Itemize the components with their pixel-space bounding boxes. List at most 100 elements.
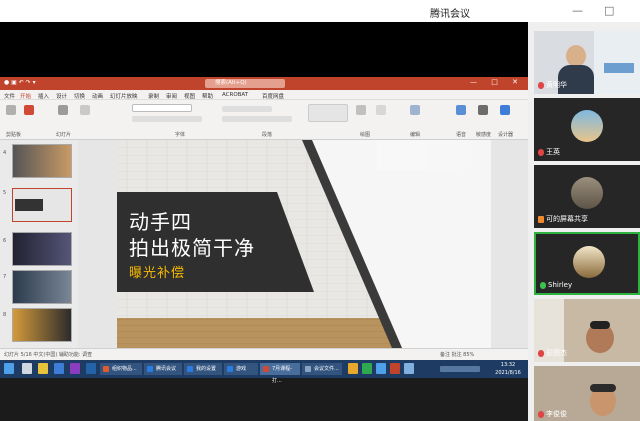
participant-name: 黄明华 bbox=[538, 80, 567, 90]
wechat-icon[interactable] bbox=[362, 363, 372, 374]
mic-muted-icon bbox=[538, 410, 544, 418]
app-icon[interactable] bbox=[348, 363, 358, 374]
ppt-window-controls[interactable]: — □ ✕ bbox=[470, 78, 524, 86]
ppt-status-bar: 幻灯片 5/16 中文(中国) 辅助功能: 调查 备注 批注 85% bbox=[0, 348, 528, 360]
alignment-buttons[interactable] bbox=[222, 116, 292, 122]
avatar bbox=[571, 110, 603, 142]
participant-tile[interactable]: 可的屏幕共享 bbox=[534, 165, 640, 228]
arrange-icon[interactable] bbox=[356, 105, 366, 115]
tab-baidu[interactable]: 百度网盘 bbox=[262, 92, 284, 100]
clock-time: 13:32 bbox=[500, 362, 516, 368]
avatar bbox=[571, 177, 603, 209]
taskbar-app[interactable]: 腾讯会议 bbox=[144, 363, 182, 375]
ribbon: 剪贴板 幻灯片 字体 段落 绘图 编辑 语音 敏感度 设计器 bbox=[0, 100, 528, 140]
slide-thumbnail-pane: 4 5 6 7 8 bbox=[0, 140, 78, 348]
meeting-title: 腾讯会议 bbox=[430, 9, 470, 20]
taskbar-app[interactable]: 游戏 bbox=[224, 363, 258, 375]
paste-icon[interactable] bbox=[6, 105, 16, 115]
edge-icon[interactable] bbox=[54, 363, 64, 374]
tab-slideshow[interactable]: 幻灯片放映 bbox=[110, 92, 138, 100]
tab-help[interactable]: 帮助 bbox=[202, 92, 213, 100]
tab-record[interactable]: 录制 bbox=[148, 92, 159, 100]
windows-taskbar: 组织物品... 腾讯会议 我的设置 游戏 7月课程-打... 会议文件... bbox=[0, 360, 528, 384]
maximize-icon[interactable]: □ bbox=[604, 4, 614, 17]
ribbon-group-label: 设计器 bbox=[498, 132, 514, 138]
participant-tile[interactable]: 王英 bbox=[534, 98, 640, 161]
premiere-icon[interactable] bbox=[70, 363, 80, 374]
taskbar-app[interactable]: 我的设置 bbox=[184, 363, 222, 375]
paragraph-buttons[interactable] bbox=[222, 106, 272, 112]
meeting-title-bar: 腾讯会议 — □ bbox=[0, 0, 640, 22]
new-slide-icon[interactable] bbox=[24, 105, 34, 115]
slide-thumbnail[interactable] bbox=[12, 232, 72, 266]
participant-name: 王英 bbox=[538, 147, 560, 157]
app-icon[interactable] bbox=[404, 363, 414, 374]
participant-name: 可的屏幕共享 bbox=[538, 214, 588, 224]
taskbar-app-active[interactable]: 7月课程-打... bbox=[260, 363, 300, 384]
quick-styles-icon[interactable] bbox=[376, 105, 386, 115]
quick-access-icons[interactable]: ● ▣ ↶ ↷ ▾ bbox=[4, 79, 36, 86]
taskbar-app[interactable]: 会议文件... bbox=[302, 363, 342, 375]
taskbar-clock[interactable]: 13:32 2021/8/16 bbox=[488, 360, 528, 378]
tab-design[interactable]: 设计 bbox=[56, 92, 67, 100]
search-icon[interactable] bbox=[22, 363, 32, 374]
ribbon-group-label: 编辑 bbox=[410, 132, 421, 138]
shapes-gallery[interactable] bbox=[308, 104, 348, 122]
taskbar-app[interactable]: 组织物品... bbox=[100, 363, 142, 375]
avatar bbox=[573, 246, 605, 278]
ribbon-group-label: 字体 bbox=[175, 132, 186, 138]
slide-main[interactable]: 动手四 拍出极简干净 曝光补偿 bbox=[117, 140, 491, 348]
slide-thumbnail[interactable] bbox=[12, 144, 72, 178]
participant-tile[interactable]: 黄明华 bbox=[534, 31, 640, 94]
app-icon[interactable] bbox=[390, 363, 400, 374]
slide-number: 4 bbox=[3, 150, 7, 156]
participant-name: Shirley bbox=[540, 281, 572, 289]
slide-subtitle: 曝光补偿 bbox=[129, 266, 186, 281]
powerpoint-title-bar: ● ▣ ↶ ↷ ▾ 搜索(Alt+Q) — □ ✕ bbox=[0, 77, 528, 90]
minimize-icon[interactable]: — bbox=[572, 4, 583, 17]
font-name-box[interactable] bbox=[132, 104, 192, 112]
slide-thumbnail[interactable] bbox=[12, 270, 72, 304]
find-icon[interactable] bbox=[410, 105, 420, 115]
participant-name: 彭图杰 bbox=[538, 348, 567, 358]
screen-share-icon bbox=[538, 215, 544, 223]
system-tray-icons[interactable] bbox=[440, 366, 480, 372]
slide-number: 5 bbox=[3, 190, 7, 196]
designer-icon[interactable] bbox=[500, 105, 510, 115]
tab-view[interactable]: 视图 bbox=[184, 92, 195, 100]
folder-icon[interactable] bbox=[38, 363, 48, 374]
mic-muted-icon bbox=[538, 349, 544, 357]
tab-file[interactable]: 文件 bbox=[4, 92, 15, 100]
sensitivity-icon[interactable] bbox=[478, 105, 488, 115]
tab-insert[interactable]: 插入 bbox=[38, 92, 49, 100]
slide-thumbnail[interactable] bbox=[12, 308, 72, 342]
app-icon[interactable] bbox=[376, 363, 386, 374]
tab-animations[interactable]: 动画 bbox=[92, 92, 103, 100]
participant-name: 李俊俊 bbox=[538, 409, 567, 419]
ribbon-group-label: 段落 bbox=[262, 132, 273, 138]
font-format-buttons[interactable] bbox=[132, 116, 202, 122]
tab-transitions[interactable]: 切换 bbox=[74, 92, 85, 100]
ribbon-group-label: 语音 bbox=[456, 132, 467, 138]
participant-tile-speaking[interactable]: Shirley bbox=[534, 232, 640, 295]
windows-start-icon[interactable] bbox=[4, 363, 14, 374]
slide-title-line1: 动手四 bbox=[129, 210, 192, 234]
share-black-area bbox=[0, 22, 528, 77]
slide-thumbnail-selected[interactable] bbox=[12, 188, 72, 222]
ribbon-tabs: 文件 开始 插入 设计 切换 动画 幻灯片放映 录制 审阅 视图 帮助 ACRO… bbox=[0, 90, 528, 101]
slide-number: 6 bbox=[3, 238, 7, 244]
dictate-icon[interactable] bbox=[456, 105, 466, 115]
reset-icon[interactable] bbox=[80, 105, 90, 115]
photoshop-icon[interactable] bbox=[86, 363, 96, 374]
tab-acrobat[interactable]: ACROBAT bbox=[222, 92, 248, 98]
status-view-controls[interactable]: 备注 批注 85% bbox=[440, 351, 474, 358]
slide-number: 7 bbox=[3, 274, 7, 280]
clock-date: 2021/8/16 bbox=[495, 370, 521, 376]
tab-review[interactable]: 审阅 bbox=[166, 92, 177, 100]
participant-tile[interactable]: 彭图杰 bbox=[534, 299, 640, 362]
participant-tile[interactable]: 李俊俊 bbox=[534, 366, 640, 421]
slide-number: 8 bbox=[3, 312, 7, 318]
layout-icon[interactable] bbox=[58, 105, 68, 115]
mic-active-icon bbox=[540, 281, 546, 289]
ppt-search-box[interactable]: 搜索(Alt+Q) bbox=[205, 79, 285, 88]
